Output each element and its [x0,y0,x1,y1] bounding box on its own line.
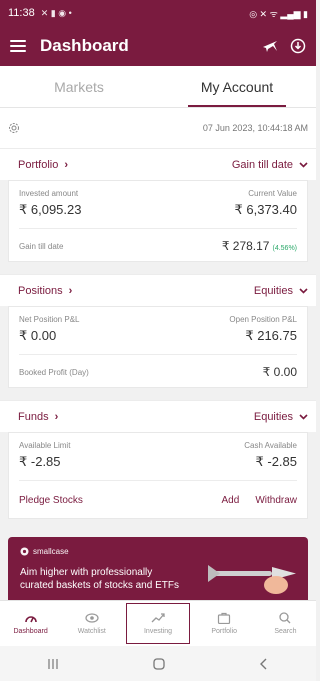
menu-icon[interactable] [10,40,26,52]
open-position-value: ₹ 216.75 [245,328,297,343]
system-navigation-bar [0,646,316,681]
status-time: 11:38 [8,7,35,19]
funds-filter-dropdown[interactable]: Equities [254,411,308,423]
smallcase-logo-icon [20,547,29,556]
cash-available-label: Cash Available [244,441,297,450]
available-limit-label: Available Limit [19,441,71,450]
gain-label: Gain till date [19,241,64,251]
dashboard-icon [24,616,37,623]
last-updated-date: 07 Jun 2023, 10:44:18 AM [202,123,308,133]
pledge-stocks-link[interactable]: Pledge Stocks [19,495,83,506]
funds-link[interactable]: Funds › [18,411,58,423]
withdraw-button[interactable]: Withdraw [255,495,297,506]
nav-watchlist[interactable]: Watchlist [61,601,122,646]
positions-filter-dropdown[interactable]: Equities [254,285,308,297]
back-icon[interactable] [258,658,270,670]
account-content: 07 Jun 2023, 10:44:18 AM Portfolio › Gain… [0,108,316,600]
gain-percent: (4.56%) [272,245,297,252]
portfolio-filter-dropdown[interactable]: Gain till date [232,159,308,171]
invested-label: Invested amount [19,189,79,198]
gain-value: ₹ 278.17 [221,239,270,253]
chevron-right-icon: › [64,158,69,171]
flight-icon[interactable] [262,39,278,53]
positions-card: Net Position P&L ₹ 0.00 Open Position P&L… [8,306,308,388]
chevron-right-icon: › [54,410,59,423]
dart-illustration-icon [208,565,296,594]
booked-profit-label: Booked Profit (Day) [19,367,89,377]
date-bar: 07 Jun 2023, 10:44:18 AM [0,108,316,148]
positions-link[interactable]: Positions › [18,285,72,297]
open-position-label: Open Position P&L [229,315,297,324]
invested-value: ₹ 6,095.23 [19,202,82,217]
settings-gear-icon[interactable] [8,122,20,134]
divider [19,228,297,229]
cash-available-value: ₹ -2.85 [255,454,297,469]
funds-card: Available Limit ₹ -2.85 Cash Available ₹ -… [8,432,308,519]
nav-search[interactable]: Search [255,601,316,646]
recent-apps-icon[interactable] [46,658,60,670]
search-icon [279,612,291,624]
nav-dashboard[interactable]: Dashboard [0,601,61,646]
download-circle-icon[interactable] [290,38,306,54]
available-limit-value: ₹ -2.85 [19,454,61,469]
nav-investing[interactable]: Investing [126,603,190,644]
chevron-down-icon [299,161,308,168]
current-value-label: Current Value [248,189,297,198]
net-position-label: Net Position P&L [19,315,80,324]
page-title: Dashboard [40,36,129,55]
chevron-down-icon [299,413,308,420]
status-left-icons: ✕ ▮ ◉ • [40,7,72,18]
status-right-icons: ◎ ✕ ᯤ ▂▄▆ ▮ [249,8,308,19]
smallcase-banner[interactable]: smallcase Aim higher with professionally… [8,537,308,600]
portfolio-link[interactable]: Portfolio › [18,159,68,171]
app-bar: Dashboard [0,26,316,66]
portfolio-card: Invested amount ₹ 6,095.23 Current Value ₹… [8,180,308,262]
divider [19,354,297,355]
home-icon[interactable] [152,657,166,671]
chevron-down-icon [299,287,308,294]
eye-icon [85,613,99,623]
portfolio-header: Portfolio › Gain till date [0,148,316,180]
positions-header: Positions › Equities [0,274,316,306]
tab-markets[interactable]: Markets [0,66,158,107]
net-position-value: ₹ 0.00 [19,328,57,343]
tab-my-account[interactable]: My Account [158,66,316,107]
top-tabs: Markets My Account [0,66,316,108]
status-bar: 11:38 ✕ ▮ ◉ • ◎ ✕ ᯤ ▂▄▆ ▮ [0,0,316,26]
banner-tagline: Aim higher with professionally curated b… [20,567,179,591]
booked-profit-value: ₹ 0.00 [262,365,297,379]
trend-icon [151,613,165,623]
divider [19,480,297,481]
chevron-right-icon: › [68,284,73,297]
briefcase-icon [218,612,231,624]
bottom-navigation: Dashboard Watchlist Investing Portfolio … [0,600,316,646]
current-value: ₹ 6,373.40 [234,202,298,217]
nav-portfolio[interactable]: Portfolio [194,601,255,646]
funds-header: Funds › Equities [0,400,316,432]
add-funds-button[interactable]: Add [222,495,240,506]
